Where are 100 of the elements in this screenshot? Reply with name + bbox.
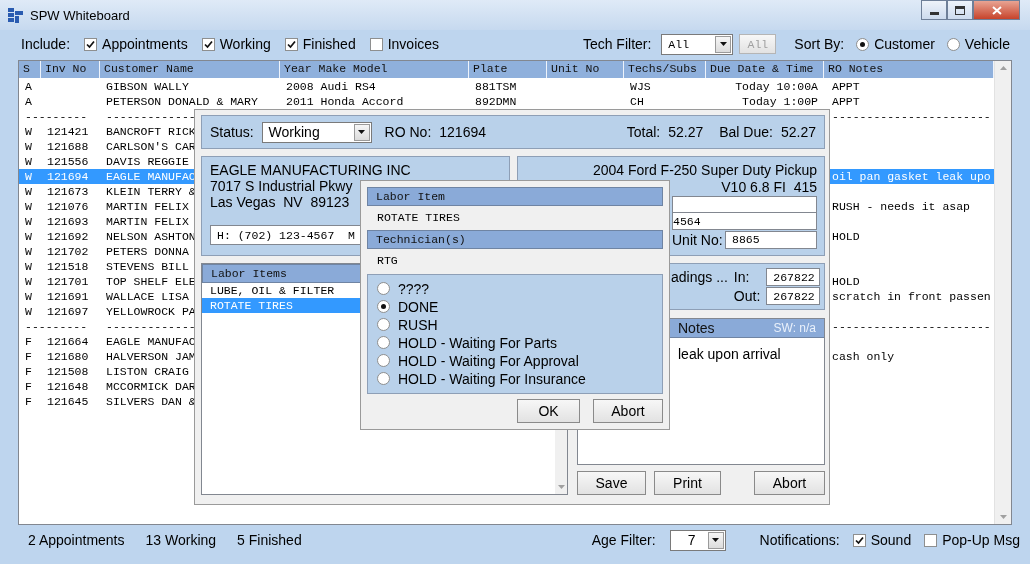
table-cell: PETERS DONNA [106, 245, 189, 258]
sort-by-label: Sort By: [794, 36, 845, 52]
table-cell: 121688 [47, 140, 89, 153]
table-cell: 121697 [47, 305, 89, 318]
table-cell: APPT [832, 95, 860, 108]
table-cell: Today 1:00P [742, 95, 818, 108]
table-cell: W [25, 170, 32, 183]
table-cell: A [25, 80, 32, 93]
vehicle-description: 2004 Ford F-250 Super Duty Pickup [591, 162, 817, 179]
table-cell: W [25, 200, 32, 213]
age-filter-label: Age Filter: [591, 532, 656, 548]
section-header: Labor Item [367, 187, 663, 206]
table-cell: RUSH - needs it asap [832, 200, 971, 213]
table-cell: W [25, 230, 32, 243]
table-cell: W [25, 305, 32, 318]
table-cell: 121693 [47, 215, 89, 228]
table-cell: MARTIN FELIX [106, 200, 189, 213]
table-cell: cash only [832, 350, 895, 363]
separator-dashes: ----------------------- [832, 320, 991, 333]
table-cell: 121508 [47, 365, 89, 378]
table-cell: PETERSON DONALD & MARY [106, 95, 258, 108]
odometer-out-label: Out: [733, 288, 761, 304]
table-cell: LISTON CRAIG [106, 365, 189, 378]
table-cell: MARTIN FELIX [106, 215, 189, 228]
table-cell: 2011 Honda Accord [286, 95, 404, 108]
ro-number-label: RO No: [384, 124, 432, 140]
table-cell: W [25, 275, 32, 288]
table-cell: TOP SHELF ELE [106, 275, 196, 288]
table-cell: A [25, 95, 32, 108]
engine-info: V10 6.8 FI 415 [720, 179, 817, 196]
table-cell: F [25, 380, 32, 393]
table-cell: 121648 [47, 380, 89, 393]
table-cell: 121556 [47, 155, 89, 168]
table-cell: BANCROFT RICK [106, 125, 196, 138]
status-label: Status: [210, 124, 254, 140]
unit-number-label: Unit No: [672, 231, 723, 248]
address-line: 7017 S Industrial Pkwy [210, 178, 353, 194]
status-count: 13 Working [145, 532, 217, 548]
table-cell: F [25, 335, 32, 348]
table-cell: WJS [630, 80, 651, 93]
labor-item-name: ROTATE TIRES [376, 209, 461, 226]
table-cell: 121645 [47, 395, 89, 408]
table-cell: W [25, 140, 32, 153]
table-cell: Today 10:00A [735, 80, 818, 93]
table-cell: STEVENS BILL [106, 260, 189, 273]
table-cell: 121691 [47, 290, 89, 303]
table-cell: 121673 [47, 185, 89, 198]
table-cell: EAGLE MANUFAC [106, 335, 196, 348]
table-cell: W [25, 290, 32, 303]
table-cell: 121076 [47, 200, 89, 213]
table-cell: W [25, 215, 32, 228]
table-cell: DAVIS REGGIE [106, 155, 189, 168]
include-label: Include: [21, 36, 71, 52]
status-count: 5 Finished [237, 532, 302, 548]
separator-dashes: ----------------------- [832, 110, 991, 123]
table-cell: 121680 [47, 350, 89, 363]
table-cell: APPT [832, 80, 860, 93]
table-cell: WALLACE LISA [106, 290, 189, 303]
notifications-label: Notifications: [759, 532, 840, 548]
table-cell: 121421 [47, 125, 89, 138]
balance-due-amount: 52.27 [780, 124, 816, 140]
table-cell: oil pan gasket leak upo [832, 170, 991, 183]
table-cell: W [25, 245, 32, 258]
status-count: 2 Appointments [28, 532, 125, 548]
ro-number: 121694 [439, 124, 486, 140]
table-cell: W [25, 185, 32, 198]
total-amount: 52.27 [668, 124, 704, 140]
table-cell: F [25, 350, 32, 363]
table-cell: 121664 [47, 335, 89, 348]
notes-text: leak upon arrival [677, 345, 782, 362]
table-cell: 121694 [47, 170, 89, 183]
address-line: Las Vegas NV 89123 [210, 194, 350, 210]
odometer-label: adings ... [671, 269, 728, 285]
table-cell: W [25, 125, 32, 138]
table-cell: W [25, 260, 32, 273]
table-cell: EAGLE MANUFAC [106, 170, 196, 183]
table-cell: F [25, 365, 32, 378]
table-cell: 121692 [47, 230, 89, 243]
table-cell: HOLD [832, 275, 860, 288]
separator-dashes: ------------- [106, 110, 196, 123]
table-cell: CH [630, 95, 644, 108]
service-writer-label: SW: n/a [773, 321, 816, 335]
table-cell: GIBSON WALLY [106, 80, 189, 93]
table-cell: scratch in front passen [832, 290, 991, 303]
balance-due-label: Bal Due: [719, 124, 773, 140]
table-cell: 121702 [47, 245, 89, 258]
separator-dashes: --------- [25, 110, 88, 123]
separator-dashes: --------- [25, 320, 88, 333]
table-cell: HOLD [832, 230, 860, 243]
customer-name: EAGLE MANUFACTURING INC [210, 162, 411, 178]
odometer-in-label: In: [733, 269, 751, 285]
table-cell: W [25, 155, 32, 168]
total-label: Total: [626, 124, 661, 140]
table-cell: 2008 Audi RS4 [286, 80, 376, 93]
table-cell: 892DMN [475, 95, 517, 108]
section-header: Technician(s) [367, 229, 663, 249]
window-title: SPW Whiteboard [30, 7, 130, 23]
table-cell: F [25, 395, 32, 408]
table-cell: 881TSM [475, 80, 517, 93]
tech-filter-label: Tech Filter: [582, 36, 652, 52]
